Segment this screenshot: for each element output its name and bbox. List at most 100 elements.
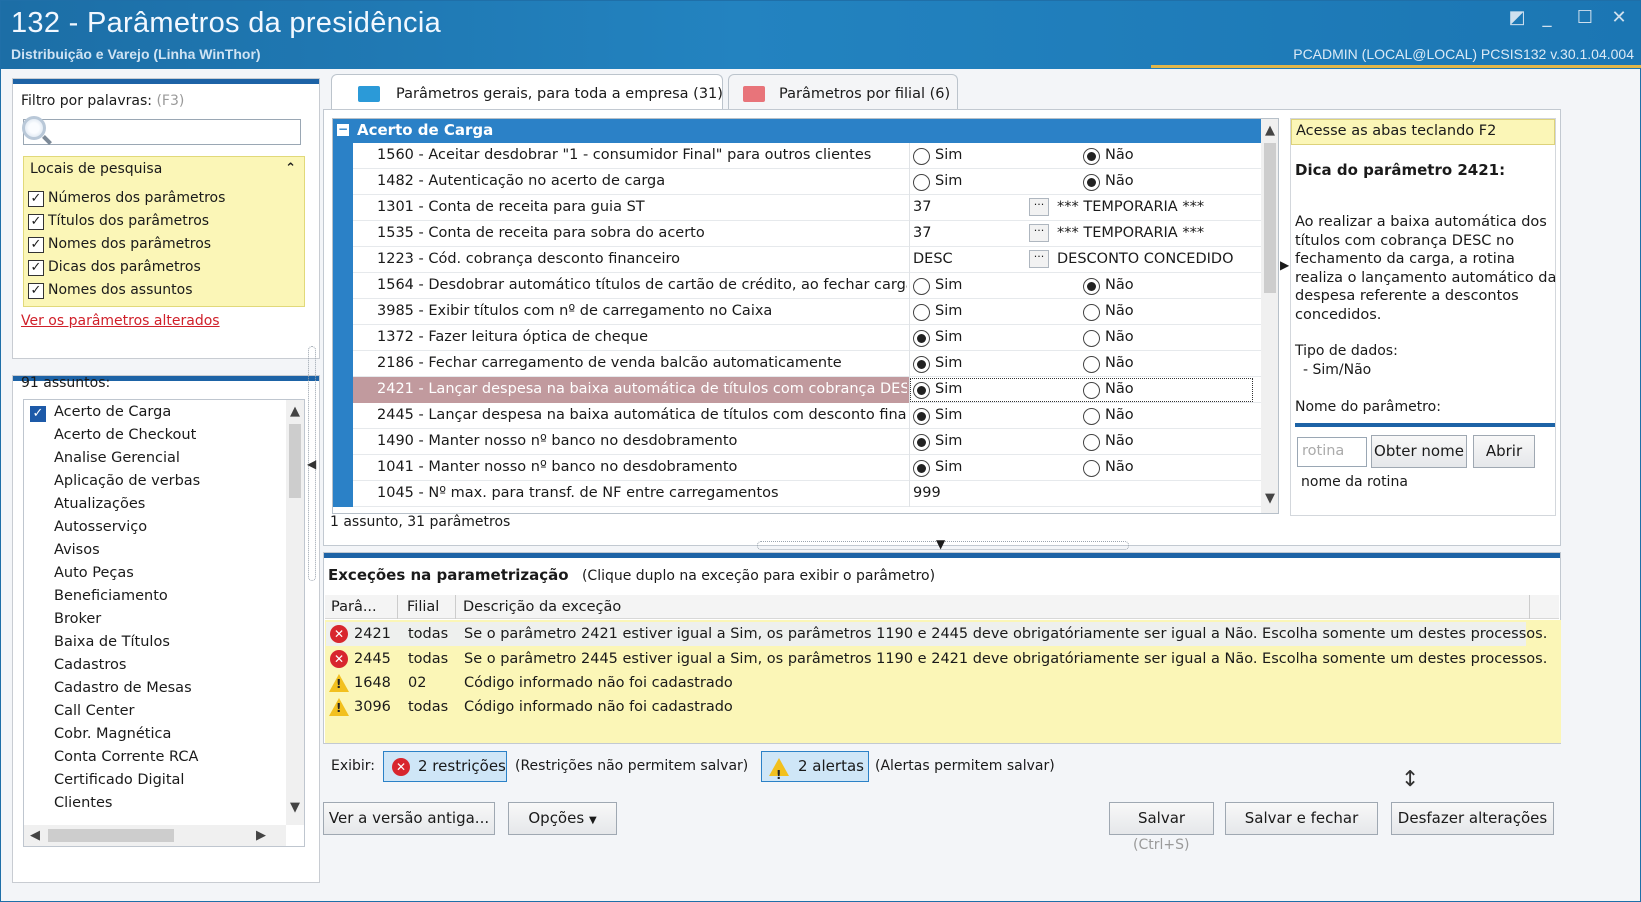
table-row[interactable]: 1648 02 Código informado não foi cadastr…: [326, 671, 1526, 695]
table-row[interactable]: 2445 - Lançar despesa na baixa automátic…: [333, 403, 1261, 429]
parameters-grid[interactable]: − Acerto de Carga 1560 - Aceitar desdobr…: [332, 118, 1279, 514]
radio-yes[interactable]: [913, 460, 930, 477]
scroll-down-icon[interactable]: ▼: [1261, 491, 1278, 506]
table-row[interactable]: 1301 - Conta de receita para guia ST 37 …: [333, 195, 1261, 221]
expand-right-icon[interactable]: ▶: [1280, 258, 1289, 272]
list-item[interactable]: Clientes: [54, 795, 112, 811]
radio-no[interactable]: [1083, 434, 1100, 451]
collapse-down-icon[interactable]: ▼: [936, 537, 945, 551]
scroll-right-icon[interactable]: ▶: [254, 828, 268, 843]
table-row[interactable]: 1223 - Cód. cobrança desconto financeiro…: [333, 247, 1261, 273]
tab-by-branch[interactable]: Parâmetros por filial (6): [728, 74, 958, 110]
table-row[interactable]: 1535 - Conta de receita para sobra do ac…: [333, 221, 1261, 247]
radio-no[interactable]: [1083, 278, 1100, 295]
minimize-icon[interactable]: _: [1536, 9, 1558, 29]
scroll-up-icon[interactable]: ▲: [286, 404, 304, 419]
table-row[interactable]: 1041 - Manter nosso nº banco no desdobra…: [333, 455, 1261, 481]
table-row[interactable]: 3096 todas Código informado não foi cada…: [326, 695, 1526, 719]
list-item[interactable]: Analise Gerencial: [54, 450, 180, 466]
open-button[interactable]: Abrir: [1473, 435, 1535, 468]
list-item[interactable]: Certificado Digital: [54, 772, 184, 788]
col-description[interactable]: Descrição da exceção: [463, 599, 621, 615]
undo-changes-button[interactable]: Desfazer alterações: [1391, 802, 1554, 835]
table-row[interactable]: 1372 - Fazer leitura óptica de cheque Si…: [333, 325, 1261, 351]
radio-yes[interactable]: [913, 408, 930, 425]
collapse-left-icon[interactable]: ◀: [307, 457, 316, 471]
list-item[interactable]: Autosserviço: [54, 519, 147, 535]
list-item[interactable]: Auto Peças: [54, 565, 134, 581]
close-icon[interactable]: ✕: [1608, 9, 1630, 29]
radio-yes[interactable]: [913, 304, 930, 321]
radio-yes[interactable]: [913, 148, 930, 165]
table-row[interactable]: 1482 - Autenticação no acerto de carga S…: [333, 169, 1261, 195]
radio-no[interactable]: [1083, 174, 1100, 191]
radio-yes[interactable]: [913, 434, 930, 451]
radio-yes[interactable]: [913, 174, 930, 191]
col-branch[interactable]: Filial: [407, 599, 439, 615]
routine-input[interactable]: rotina: [1297, 437, 1367, 467]
list-item[interactable]: Broker: [54, 611, 101, 627]
options-button[interactable]: Opções ▼: [508, 802, 617, 835]
radio-yes[interactable]: [913, 382, 930, 399]
radio-no[interactable]: [1083, 356, 1100, 373]
table-row[interactable]: 1560 - Aceitar desdobrar "1 - consumidor…: [333, 143, 1261, 169]
scroll-left-icon[interactable]: ◀: [28, 828, 42, 843]
table-row[interactable]: 1045 - Nº max. para transf. de NF entre …: [333, 481, 1261, 507]
radio-no[interactable]: [1083, 460, 1100, 477]
table-row-selected[interactable]: 2421 - Lançar despesa na baixa automátic…: [333, 377, 1261, 403]
list-item[interactable]: Acerto de Carga: [54, 404, 171, 420]
collapse-group-icon[interactable]: −: [337, 123, 349, 136]
get-name-button[interactable]: Obter nome: [1371, 435, 1467, 468]
list-item[interactable]: Conta Corrente RCA: [54, 749, 198, 765]
list-item[interactable]: Cobr. Magnética: [54, 726, 171, 742]
list-item[interactable]: Cadastro de Mesas: [54, 680, 192, 696]
save-button[interactable]: Salvar: [1109, 802, 1214, 835]
list-item[interactable]: Avisos: [54, 542, 100, 558]
scroll-up-icon[interactable]: ▲: [1261, 123, 1278, 138]
radio-no[interactable]: [1083, 382, 1100, 399]
list-item[interactable]: Aplicação de verbas: [54, 473, 200, 489]
grid-vscrollbar[interactable]: ▲ ▼: [1261, 119, 1278, 513]
scroll-thumb[interactable]: [1264, 143, 1276, 293]
lookup-button[interactable]: ···: [1029, 198, 1049, 216]
radio-no[interactable]: [1083, 304, 1100, 321]
list-item[interactable]: Cadastros: [54, 657, 126, 673]
table-row[interactable]: 3985 - Exibir títulos com nº de carregam…: [333, 299, 1261, 325]
list-item[interactable]: Baixa de Títulos: [54, 634, 170, 650]
radio-yes[interactable]: [913, 278, 930, 295]
scroll-thumb[interactable]: [289, 424, 301, 498]
checkbox-icon[interactable]: ✓: [30, 406, 46, 422]
exceptions-list[interactable]: ✕ 2421 todas Se o parâmetro 2421 estiver…: [325, 620, 1561, 743]
maximize-icon[interactable]: ☐: [1574, 9, 1596, 29]
radio-no[interactable]: [1083, 330, 1100, 347]
checkbox-icon[interactable]: ✓: [28, 283, 44, 299]
changed-params-link[interactable]: Ver os parâmetros alterados: [21, 313, 220, 329]
param-value[interactable]: 37: [913, 225, 931, 241]
scroll-down-icon[interactable]: ▼: [286, 800, 304, 815]
param-value[interactable]: DESC: [913, 251, 953, 267]
radio-yes[interactable]: [913, 330, 930, 347]
subjects-list[interactable]: ✓ Acerto de Carga Acerto de Checkout Ana…: [23, 399, 305, 847]
radio-yes[interactable]: [913, 356, 930, 373]
restrictions-toggle[interactable]: ✕ 2 restrições: [383, 751, 507, 782]
save-close-button[interactable]: Salvar e fechar: [1225, 802, 1378, 835]
scroll-thumb[interactable]: [48, 829, 174, 842]
param-value[interactable]: 37: [913, 199, 931, 215]
lookup-button[interactable]: ···: [1029, 250, 1049, 268]
group-header[interactable]: − Acerto de Carga: [333, 119, 1261, 143]
list-item[interactable]: Atualizações: [54, 496, 145, 512]
table-row[interactable]: 1564 - Desdobrar automático títulos de c…: [333, 273, 1261, 299]
checkbox-icon[interactable]: ✓: [28, 260, 44, 276]
collapse-chevron-icon[interactable]: ⌃: [285, 161, 296, 176]
table-row[interactable]: 2186 - Fechar carregamento de venda balc…: [333, 351, 1261, 377]
list-item[interactable]: Acerto de Checkout: [54, 427, 196, 443]
old-version-button[interactable]: Ver a versão antiga...: [323, 802, 495, 835]
table-row[interactable]: 1490 - Manter nosso nº banco no desdobra…: [333, 429, 1261, 455]
alerts-toggle[interactable]: 2 alertas: [761, 751, 869, 790]
list-item[interactable]: Beneficiamento: [54, 588, 168, 604]
subjects-hscrollbar[interactable]: ◀ ▶: [24, 825, 286, 846]
list-item[interactable]: Call Center: [54, 703, 134, 719]
checkbox-icon[interactable]: ✓: [28, 214, 44, 230]
col-param[interactable]: Parâ...: [331, 599, 377, 615]
checkbox-icon[interactable]: ✓: [28, 191, 44, 207]
